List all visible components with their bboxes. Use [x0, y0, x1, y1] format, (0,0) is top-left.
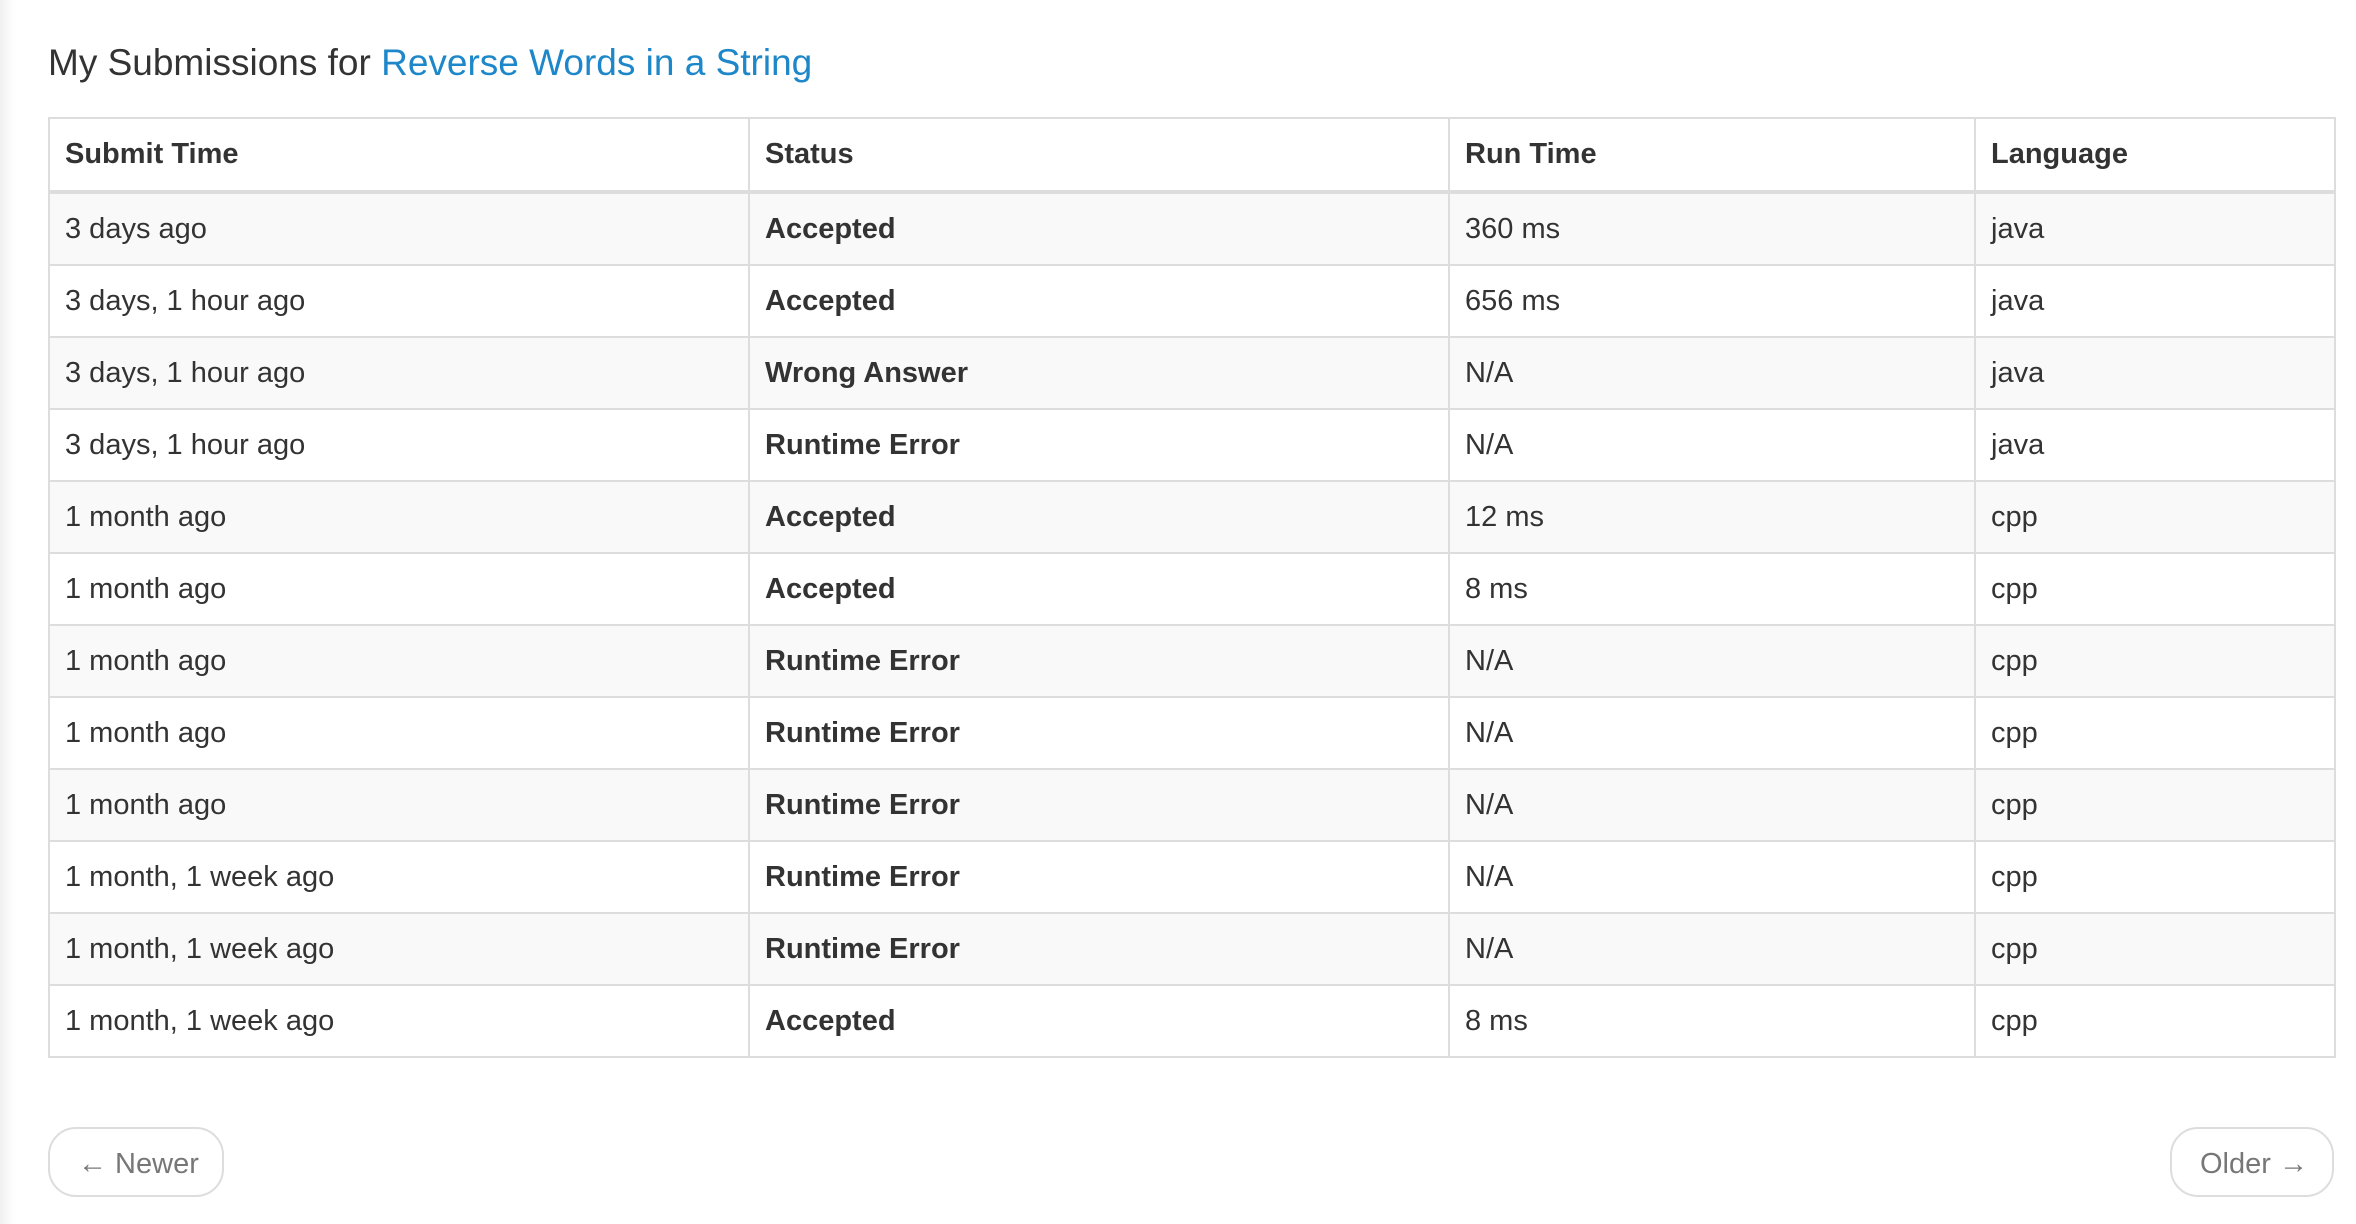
status-link[interactable]: Runtime Error — [765, 933, 960, 965]
problem-title-link[interactable]: Reverse Words in a String — [381, 42, 812, 83]
submit-time-cell: 1 month, 1 week ago — [48, 984, 750, 1058]
language-cell: cpp — [1974, 480, 2336, 554]
status-link[interactable]: Runtime Error — [765, 861, 960, 893]
submissions-table-body: 3 days ago Accepted 360 ms java 3 days, 1 ho… — [48, 191, 2336, 1058]
submit-time-cell: 1 month, 1 week ago — [48, 840, 750, 914]
status-link[interactable]: Accepted — [765, 285, 896, 317]
run-time-cell: N/A — [1448, 336, 1976, 410]
status-link[interactable]: Accepted — [765, 1005, 896, 1037]
older-button[interactable]: Older → — [2170, 1127, 2334, 1197]
status-link[interactable]: Runtime Error — [765, 717, 960, 749]
submit-time-cell: 3 days, 1 hour ago — [48, 264, 750, 338]
column-header-run-time: Run Time — [1448, 117, 1976, 194]
run-time-cell: N/A — [1448, 408, 1976, 482]
status-link[interactable]: Wrong Answer — [765, 357, 968, 389]
status-cell: Accepted — [748, 552, 1450, 626]
table-row: 3 days, 1 hour ago Runtime Error N/A java — [48, 408, 2336, 482]
table-header-row: Submit Time Status Run Time Language — [48, 117, 2336, 194]
left-shadow — [0, 0, 14, 1224]
status-link[interactable]: Accepted — [765, 501, 896, 533]
submit-time-cell: 3 days ago — [48, 191, 750, 266]
table-row: 1 month, 1 week ago Accepted 8 ms cpp — [48, 984, 2336, 1058]
status-cell: Accepted — [748, 984, 1450, 1058]
status-link[interactable]: Runtime Error — [765, 429, 960, 461]
submit-time-cell: 1 month ago — [48, 624, 750, 698]
language-cell: java — [1974, 408, 2336, 482]
submit-time-cell: 1 month ago — [48, 768, 750, 842]
table-row: 1 month ago Runtime Error N/A cpp — [48, 624, 2336, 698]
table-row: 3 days ago Accepted 360 ms java — [48, 191, 2336, 266]
status-cell: Accepted — [748, 480, 1450, 554]
column-header-language: Language — [1974, 117, 2336, 194]
language-cell: java — [1974, 191, 2336, 266]
language-cell: cpp — [1974, 624, 2336, 698]
status-cell: Runtime Error — [748, 768, 1450, 842]
table-row: 1 month ago Accepted 12 ms cpp — [48, 480, 2336, 554]
table-row: 3 days, 1 hour ago Wrong Answer N/A java — [48, 336, 2336, 410]
table-row: 1 month, 1 week ago Runtime Error N/A cpp — [48, 840, 2336, 914]
run-time-cell: N/A — [1448, 624, 1976, 698]
table-row: 1 month ago Runtime Error N/A cpp — [48, 696, 2336, 770]
language-cell: cpp — [1974, 552, 2336, 626]
column-header-status: Status — [748, 117, 1450, 194]
newer-button[interactable]: ← Newer — [48, 1127, 224, 1197]
run-time-cell: 8 ms — [1448, 552, 1976, 626]
run-time-cell: N/A — [1448, 912, 1976, 986]
run-time-cell: 360 ms — [1448, 191, 1976, 266]
run-time-cell: N/A — [1448, 768, 1976, 842]
submissions-table: Submit Time Status Run Time Language 3 d… — [48, 117, 2336, 1058]
run-time-cell: N/A — [1448, 696, 1976, 770]
run-time-cell: 656 ms — [1448, 264, 1976, 338]
language-cell: java — [1974, 264, 2336, 338]
table-row: 3 days, 1 hour ago Accepted 656 ms java — [48, 264, 2336, 338]
status-cell: Wrong Answer — [748, 336, 1450, 410]
run-time-cell: N/A — [1448, 840, 1976, 914]
page-title-prefix: My Submissions for — [48, 42, 371, 83]
submit-time-cell: 3 days, 1 hour ago — [48, 336, 750, 410]
submit-time-cell: 1 month ago — [48, 696, 750, 770]
language-cell: cpp — [1974, 840, 2336, 914]
status-cell: Runtime Error — [748, 912, 1450, 986]
run-time-cell: 12 ms — [1448, 480, 1976, 554]
status-link[interactable]: Runtime Error — [765, 789, 960, 821]
column-header-submit-time: Submit Time — [48, 117, 750, 194]
run-time-cell: 8 ms — [1448, 984, 1976, 1058]
submit-time-cell: 1 month ago — [48, 480, 750, 554]
status-cell: Runtime Error — [748, 696, 1450, 770]
language-cell: cpp — [1974, 912, 2336, 986]
table-row: 1 month, 1 week ago Runtime Error N/A cpp — [48, 912, 2336, 986]
language-cell: cpp — [1974, 984, 2336, 1058]
status-cell: Runtime Error — [748, 408, 1450, 482]
status-cell: Accepted — [748, 264, 1450, 338]
submit-time-cell: 1 month, 1 week ago — [48, 912, 750, 986]
status-link[interactable]: Runtime Error — [765, 645, 960, 677]
status-link[interactable]: Accepted — [765, 213, 896, 245]
status-cell: Runtime Error — [748, 840, 1450, 914]
table-row: 1 month ago Accepted 8 ms cpp — [48, 552, 2336, 626]
language-cell: cpp — [1974, 696, 2336, 770]
status-cell: Accepted — [748, 191, 1450, 266]
submit-time-cell: 1 month ago — [48, 552, 750, 626]
status-cell: Runtime Error — [748, 624, 1450, 698]
submit-time-cell: 3 days, 1 hour ago — [48, 408, 750, 482]
table-row: 1 month ago Runtime Error N/A cpp — [48, 768, 2336, 842]
language-cell: java — [1974, 336, 2336, 410]
language-cell: cpp — [1974, 768, 2336, 842]
status-link[interactable]: Accepted — [765, 573, 896, 605]
page-title: My Submissions for Reverse Words in a St… — [48, 38, 812, 88]
